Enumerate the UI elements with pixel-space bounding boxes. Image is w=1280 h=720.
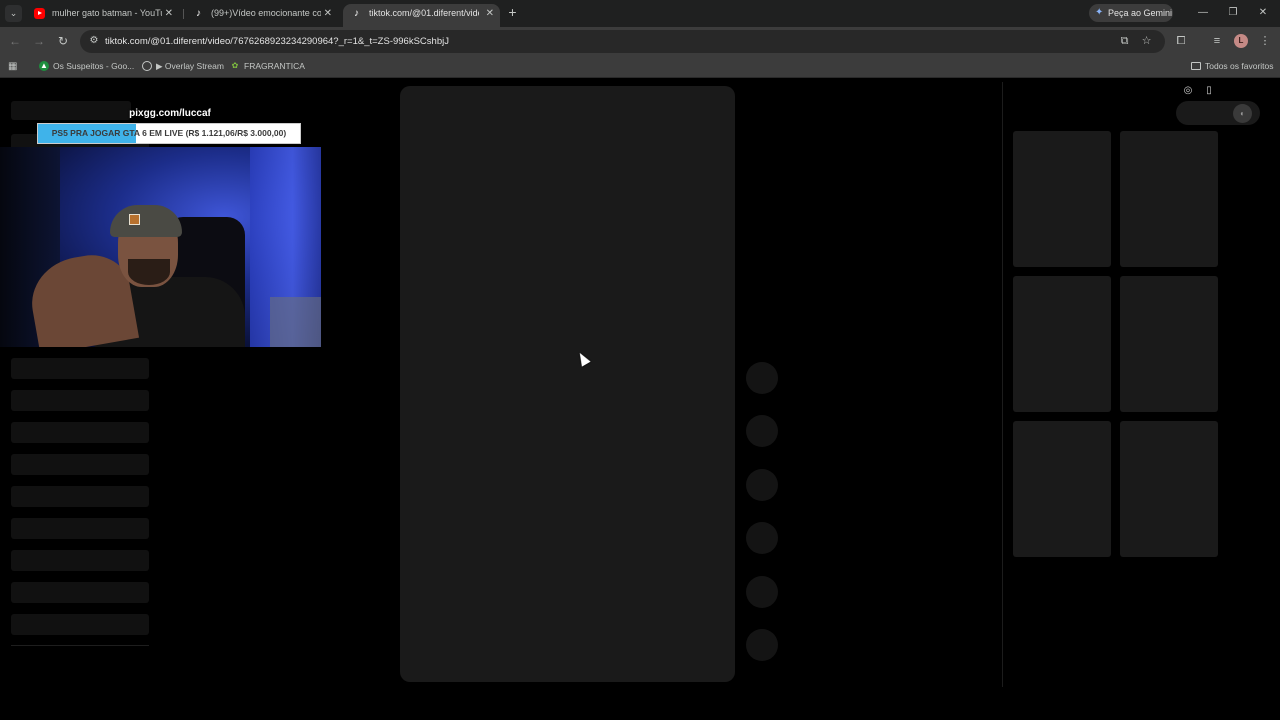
related-video-thumbnail[interactable] (1120, 421, 1218, 557)
tab-strip: ⌄ mulher gato batman - YouTube ✕ ♪ (99+)… (0, 0, 1280, 27)
content-divider (1002, 82, 1003, 687)
gemini-button[interactable]: ✦ Peça ao Gemini (1089, 4, 1173, 22)
globe-icon (142, 61, 152, 71)
fragrantica-icon: ✿ (231, 61, 239, 70)
tiktok-icon: ♪ (354, 8, 359, 19)
address-bar[interactable]: ⚙ tiktok.com/@01.diferent/video/76762689… (80, 30, 1165, 53)
profile-avatar[interactable]: L (1234, 34, 1248, 48)
gemini-label: Peça ao Gemini (1108, 8, 1173, 18)
close-icon[interactable]: ✕ (165, 4, 173, 23)
forward-arrow-icon[interactable]: → (32, 34, 46, 48)
tab-title: (99+)Vídeo emocionante com T (211, 8, 321, 18)
sidebar-skeleton-item (11, 486, 149, 507)
related-video-thumbnail[interactable] (1013, 276, 1111, 412)
bookmark-star-icon[interactable]: ☆ (1140, 35, 1153, 48)
sidebar-skeleton-item (11, 518, 149, 539)
donation-goal-bar: PS5 PRA JOGAR GTA 6 EM LIVE (R$ 1.121,06… (37, 123, 301, 144)
related-video-thumbnail[interactable] (1013, 421, 1111, 557)
mobile-icon[interactable]: ▯ (1203, 85, 1215, 97)
donation-goal-text: PS5 PRA JOGAR GTA 6 EM LIVE (R$ 1.121,06… (51, 128, 287, 138)
all-bookmarks-label: Todos os favoritos (1205, 61, 1274, 71)
action-button-skeleton[interactable] (746, 522, 778, 554)
bookmark-label: Os Suspeitos - Goo... (53, 61, 135, 71)
bookmark-fragrantica[interactable]: ✿ FRAGRANTICA (230, 56, 305, 78)
related-video-thumbnail[interactable] (1120, 131, 1218, 267)
sidebar-skeleton-item (11, 390, 149, 411)
gemini-sparkle-icon: ✦ (1095, 7, 1104, 18)
sidebar-skeleton-item (11, 614, 149, 635)
bookmarks-bar: ▦ ▲ Os Suspeitos - Goo... ▶ Overlay Stre… (0, 56, 1280, 78)
tab-tiktok-video[interactable]: ♪ (99+)Vídeo emocionante com T ✕ (185, 4, 338, 27)
tab-tiktok-active[interactable]: ♪ tiktok.com/@01.diferent/video/ ✕ (343, 4, 500, 27)
folder-icon (1191, 62, 1201, 70)
sidebar-skeleton-item (11, 550, 149, 571)
streamer-webcam (0, 147, 321, 347)
pix-donation-link: pixgg.com/luccaf (129, 108, 211, 119)
menu-kebab-icon[interactable]: ⋮ (1258, 34, 1272, 48)
related-video-thumbnail[interactable] (1120, 276, 1218, 412)
user-avatar[interactable]: ◐ (1233, 104, 1252, 123)
url-text[interactable]: tiktok.com/@01.diferent/video/7676268923… (105, 30, 449, 53)
sidebar-divider (11, 645, 149, 646)
coin-icon[interactable]: ◎ (1182, 85, 1194, 97)
apps-grid-icon[interactable]: ▦ (8, 61, 19, 72)
webcam-person-beard (128, 259, 170, 285)
action-button-skeleton[interactable] (746, 362, 778, 394)
close-icon[interactable]: ✕ (486, 4, 494, 23)
window-close-icon[interactable]: ✕ (1256, 6, 1270, 20)
bookmark-label: FRAGRANTICA (244, 61, 305, 71)
site-info-icon[interactable]: ⚙ (88, 35, 100, 47)
tab-title: tiktok.com/@01.diferent/video/ (369, 8, 479, 18)
install-app-icon[interactable]: ⧉ (1118, 35, 1131, 48)
action-button-skeleton[interactable] (746, 469, 778, 501)
webcam-background-object (270, 297, 321, 347)
sidebar-skeleton-item (11, 358, 149, 379)
action-button-skeleton[interactable] (746, 629, 778, 661)
bookmark-os-suspeitos[interactable]: ▲ Os Suspeitos - Goo... (39, 56, 134, 78)
action-button-skeleton[interactable] (746, 576, 778, 608)
close-icon[interactable]: ✕ (324, 4, 332, 23)
tiktok-icon: ♪ (196, 8, 201, 19)
all-bookmarks-button[interactable]: Todos os favoritos (1191, 56, 1274, 78)
bookmark-overlay-stream[interactable]: ▶ Overlay Stream (142, 56, 224, 78)
tab-separator (183, 9, 184, 19)
extensions-icon[interactable]: ⧠ (1174, 34, 1188, 48)
google-drive-icon: ▲ (39, 61, 49, 71)
back-arrow-icon[interactable]: ← (8, 34, 22, 48)
browser-toolbar: ← → ↻ ⚙ tiktok.com/@01.diferent/video/76… (0, 27, 1280, 56)
tab-title: mulher gato batman - YouTube (52, 8, 162, 18)
action-button-skeleton[interactable] (746, 415, 778, 447)
sidebar-skeleton-item (11, 454, 149, 475)
video-player-placeholder[interactable] (400, 86, 735, 682)
bookmark-label: ▶ Overlay Stream (156, 61, 224, 71)
related-video-thumbnail[interactable] (1013, 131, 1111, 267)
cap-logo-icon (129, 214, 140, 225)
reload-icon[interactable]: ↻ (56, 34, 70, 48)
tab-search-button[interactable]: ⌄ (5, 5, 22, 22)
minimize-icon[interactable]: — (1196, 6, 1210, 20)
webcam-person-cap (110, 205, 182, 237)
new-tab-button[interactable]: + (505, 5, 520, 20)
sidebar-skeleton-item (11, 582, 149, 603)
restore-icon[interactable]: ❐ (1226, 6, 1240, 20)
media-controls-icon[interactable]: ≡ (1210, 34, 1224, 48)
tab-youtube[interactable]: mulher gato batman - YouTube ✕ (26, 4, 179, 27)
youtube-icon (34, 8, 45, 19)
sidebar-skeleton-item (11, 422, 149, 443)
